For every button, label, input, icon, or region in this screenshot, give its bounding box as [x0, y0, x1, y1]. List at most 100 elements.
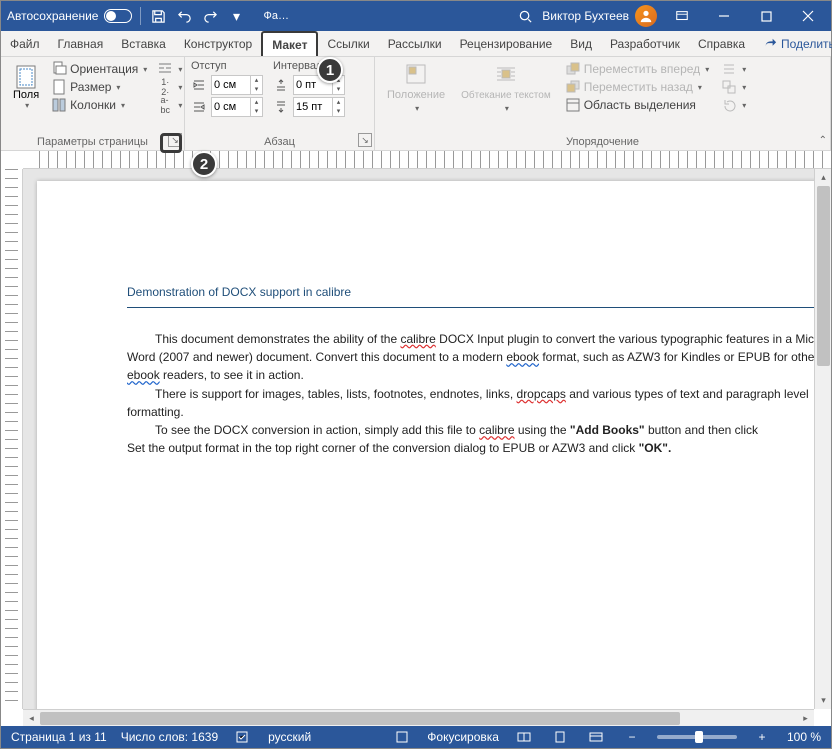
doc-paragraph: Set the output format in the top right c…: [127, 439, 814, 457]
redo-icon[interactable]: [201, 7, 219, 25]
space-after-input[interactable]: ▴▾: [293, 97, 345, 117]
view-read-icon[interactable]: [513, 728, 535, 746]
save-icon[interactable]: [149, 7, 167, 25]
doc-heading: Demonstration of DOCX support in calibre: [127, 271, 814, 308]
tab-layout[interactable]: Макет: [261, 31, 318, 56]
title-bar: Автосохранение ▾ Фа… Виктор Бухтеев: [1, 1, 831, 31]
doc-paragraph: To see the DOCX conversion in action, si…: [127, 421, 814, 439]
align-button: ▾: [717, 60, 750, 78]
orientation-button[interactable]: Ориентация▾: [47, 60, 151, 78]
view-web-icon[interactable]: [585, 728, 607, 746]
ruler-horizontal[interactable]: [23, 151, 831, 169]
status-language[interactable]: русский: [268, 730, 311, 744]
doc-paragraph: There is support for images, tables, lis…: [127, 385, 814, 421]
hyphenation-button[interactable]: a-bc▾: [153, 96, 186, 114]
scroll-up-icon[interactable]: ▴: [815, 169, 831, 186]
tab-developer[interactable]: Разработчик: [601, 31, 689, 56]
indent-right-input[interactable]: ▴▾: [211, 97, 263, 117]
scroll-down-icon[interactable]: ▾: [815, 692, 831, 709]
indent-left-icon: [191, 77, 207, 93]
tab-insert[interactable]: Вставка: [112, 31, 175, 56]
bring-forward-button: Переместить вперед▾: [561, 60, 714, 78]
wrap-label: Обтекание текстом: [461, 90, 551, 101]
tab-file[interactable]: Файл: [1, 31, 49, 56]
spellcheck-icon[interactable]: [232, 728, 254, 746]
toggle-switch[interactable]: [104, 9, 132, 23]
ruler-vertical[interactable]: [1, 169, 23, 709]
view-print-icon[interactable]: [549, 728, 571, 746]
tab-references[interactable]: Ссылки: [318, 31, 378, 56]
columns-label: Колонки: [70, 98, 116, 112]
collapse-ribbon-icon[interactable]: ⌃: [819, 135, 827, 146]
search-icon[interactable]: [516, 7, 534, 25]
tab-view[interactable]: Вид: [561, 31, 601, 56]
breaks-button[interactable]: ▾: [153, 60, 186, 78]
scrollbar-horizontal[interactable]: ◂ ▸: [23, 709, 814, 726]
scroll-right-icon[interactable]: ▸: [797, 710, 814, 727]
scroll-thumb[interactable]: [40, 712, 680, 725]
autosave-label: Автосохранение: [7, 9, 98, 23]
indent-left-input[interactable]: ▴▾: [211, 75, 263, 95]
group-page-label: Параметры страницы: [7, 134, 178, 150]
focus-mode-icon[interactable]: [391, 728, 413, 746]
tab-help[interactable]: Справка: [689, 31, 754, 56]
tab-design[interactable]: Конструктор: [175, 31, 261, 56]
send-backward-button: Переместить назад▾: [561, 78, 714, 96]
ribbon-display-icon[interactable]: [665, 1, 699, 31]
doc-paragraph: This document demonstrates the ability o…: [127, 330, 814, 385]
group-arrange: Положение▾ Обтекание текстом▾ Переместит…: [375, 57, 831, 150]
paragraph-dialog-launcher[interactable]: ↘: [358, 133, 372, 147]
margins-label: Поля: [13, 89, 39, 101]
autosave-toggle[interactable]: Автосохранение: [7, 9, 132, 23]
annotation-callout-1: 1: [317, 57, 343, 83]
scroll-thumb[interactable]: [817, 186, 830, 366]
columns-button[interactable]: Колонки▾: [47, 96, 151, 114]
editor-area: Demonstration of DOCX support in calibre…: [1, 169, 831, 709]
position-button: Положение▾: [381, 60, 451, 115]
indent-right-icon: [191, 99, 207, 115]
tab-review[interactable]: Рецензирование: [451, 31, 562, 56]
share-button[interactable]: Поделиться: [754, 31, 832, 56]
zoom-slider[interactable]: [657, 735, 737, 739]
share-icon: [763, 37, 777, 51]
page-setup-dialog-launcher[interactable]: ↘: [168, 133, 182, 147]
zoom-level[interactable]: 100 %: [787, 730, 821, 744]
user-name: Виктор Бухтеев: [542, 9, 629, 23]
status-word-count[interactable]: Число слов: 1639: [121, 730, 218, 744]
margins-button[interactable]: Поля ▾: [7, 60, 45, 114]
close-icon[interactable]: [791, 1, 825, 31]
undo-icon[interactable]: [175, 7, 193, 25]
scrollbar-vertical[interactable]: ▴ ▾: [814, 169, 831, 709]
size-label: Размер: [70, 80, 111, 94]
user-account[interactable]: Виктор Бухтеев: [542, 5, 657, 27]
selection-pane-button[interactable]: Область выделения: [561, 96, 714, 114]
zoom-in-icon[interactable]: +: [751, 728, 773, 746]
status-page[interactable]: Страница 1 из 11: [11, 730, 107, 744]
status-focus[interactable]: Фокусировка: [427, 730, 499, 744]
orientation-label: Ориентация: [70, 62, 138, 76]
scroll-left-icon[interactable]: ◂: [23, 710, 40, 727]
indent-heading: Отступ: [191, 60, 263, 72]
wrap-text-button: Обтекание текстом▾: [455, 60, 557, 115]
share-label: Поделиться: [781, 37, 832, 51]
zoom-out-icon[interactable]: −: [621, 728, 643, 746]
status-bar: Страница 1 из 11 Число слов: 1639 русски…: [1, 726, 831, 748]
maximize-icon[interactable]: [749, 1, 783, 31]
document-page[interactable]: Demonstration of DOCX support in calibre…: [37, 181, 814, 709]
group-page-setup: Поля ▾ Ориентация▾ Размер▾ Колонки▾ ▾ 1·…: [1, 57, 185, 150]
page-canvas[interactable]: Demonstration of DOCX support in calibre…: [23, 169, 814, 709]
tab-home[interactable]: Главная: [49, 31, 113, 56]
avatar-icon: [635, 5, 657, 27]
group-arrange-label: Упорядочение: [381, 134, 824, 150]
ribbon-tabs: Файл Главная Вставка Конструктор Макет С…: [1, 31, 831, 57]
rotate-button: ▾: [717, 96, 750, 114]
ribbon: Поля ▾ Ориентация▾ Размер▾ Колонки▾ ▾ 1·…: [1, 57, 831, 151]
size-button[interactable]: Размер▾: [47, 78, 151, 96]
line-numbers-button[interactable]: 1·2·▾: [153, 78, 186, 96]
tab-mailings[interactable]: Рассылки: [379, 31, 451, 56]
qat-more-icon[interactable]: ▾: [227, 7, 245, 25]
document-title: Фа…: [263, 10, 288, 22]
group-para-label: Абзац: [191, 134, 368, 150]
space-after-icon: [273, 99, 289, 115]
minimize-icon[interactable]: [707, 1, 741, 31]
